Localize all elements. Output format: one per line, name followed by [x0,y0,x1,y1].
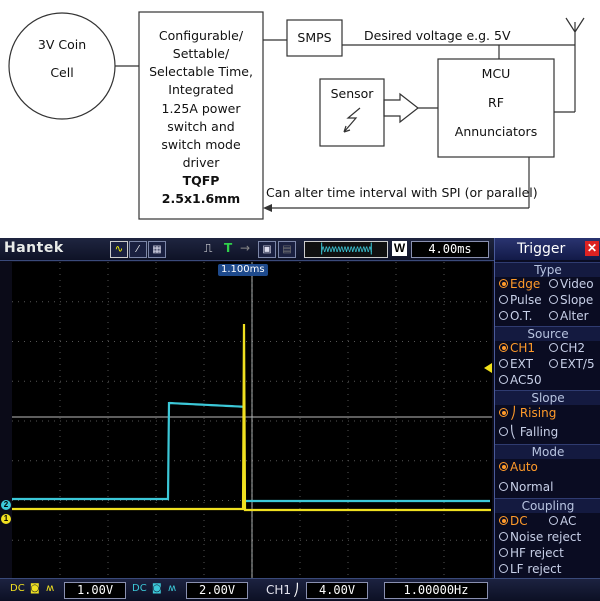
time-marker[interactable]: 1.100ms [218,264,268,276]
option-ot[interactable]: O.T. [499,309,533,324]
option-pulse[interactable]: Pulse [499,293,542,308]
trigger-status: T [224,241,233,255]
ch2-bw-icon: ʍ [168,583,177,594]
pulse-icon[interactable]: ⎍ [204,241,212,256]
option-ext[interactable]: EXT [499,357,533,372]
section-type: Type [495,262,600,277]
ch1-volts-div[interactable]: 1.00V [64,582,126,599]
brand-logo: Hantek [4,240,64,256]
option-auto[interactable]: Auto [499,460,538,475]
option-ch1[interactable]: CH1 [499,341,535,356]
option-alter[interactable]: Alter [549,309,589,324]
trigger-source: CH1 [266,583,292,597]
cursor-icon[interactable]: ⁄ [129,241,147,258]
option-normal[interactable]: Normal [499,480,553,495]
waveform-icon[interactable]: ∿ [110,241,128,258]
rising-edge-icon: ⎠ [510,406,516,420]
section-coupling: Coupling [495,498,600,513]
option-slope-type[interactable]: Slope [549,293,593,308]
ch1-marker[interactable]: 1 [1,514,11,524]
ch1-bw-icon: ʍ [46,583,55,594]
spi-note: Can alter time interval with SPI (or par… [266,185,538,200]
option-hf-reject[interactable]: HF reject [499,546,564,561]
option-falling[interactable]: ⎝ Falling [499,425,558,440]
window-toggle[interactable]: W [392,241,407,256]
section-mode: Mode [495,444,600,459]
falling-edge-icon: ⎝ [510,425,516,439]
option-ac50[interactable]: AC50 [499,373,542,388]
sensor-arrow-icon [383,92,419,124]
ch2-marker[interactable]: 2 [1,500,11,510]
ch2-probe-icon: ◙ [152,583,162,594]
scope-display[interactable] [12,262,492,580]
scope-status-bar: DC ◙ ʍ 1.00V DC ◙ ʍ 2.00V CH1 ⎠ 4.00V 1.… [0,578,600,601]
option-rising[interactable]: ⎠ Rising [499,406,556,421]
lightning-icon [343,107,361,133]
save-icon[interactable]: ▣ [258,241,276,258]
close-icon[interactable]: ✕ [585,241,599,256]
ch2-coupling-dc[interactable]: DC [132,583,147,594]
oscilloscope-screenshot: Hantek ∿ ⁄ ▦ ⎍ T → ▣ ▤ ▕ʍʍʍʍʍʍʍʍ▏ W 4.00… [0,238,600,601]
option-ac[interactable]: AC [549,514,576,529]
trigger-panel: Trigger ✕ Type Edge Video Pulse Slope O.… [494,238,600,578]
option-noise-reject[interactable]: Noise reject [499,530,581,545]
timebase-value[interactable]: 4.00ms [411,241,489,258]
coin-cell-label: 3V Coin Cell [37,37,87,81]
smps-label: SMPS [297,30,332,45]
ch2-volts-div[interactable]: 2.00V [186,582,248,599]
settings-icon[interactable]: ▤ [278,241,296,258]
timer-block-label: Configurable/ Settable/ Selectable Time,… [149,28,253,207]
section-source: Source [495,326,600,341]
mcu-label: MCU RF Annunciators [454,66,538,139]
frequency-readout: 1.00000Hz [384,582,488,599]
section-slope: Slope [495,390,600,405]
scope-grid-and-traces [12,262,492,580]
option-lf-reject[interactable]: LF reject [499,562,561,577]
option-video[interactable]: Video [549,277,594,292]
voltage-note: Desired voltage e.g. 5V [364,28,511,43]
trigger-level[interactable]: 4.00V [306,582,368,599]
memory-depth-icon: ▕ʍʍʍʍʍʍʍʍ▏ [304,241,388,258]
arrow-head-icon [263,204,272,212]
sensor-label: Sensor [330,86,374,101]
option-ch2[interactable]: CH2 [549,341,585,356]
option-edge[interactable]: Edge [499,277,540,292]
trigger-level-marker[interactable] [484,363,492,373]
arrow-icon: → [240,241,251,255]
block-diagram: 3V Coin Cell Configurable/ Settable/ Sel… [0,0,600,232]
ch1-coupling-dc[interactable]: DC [10,583,25,594]
option-dc[interactable]: DC [499,514,528,529]
rising-edge-icon: ⎠ [293,583,299,597]
antenna-icon [565,17,585,45]
option-ext5[interactable]: EXT/5 [549,357,595,372]
ch1-probe-icon: ◙ [30,583,40,594]
print-icon[interactable]: ▦ [148,241,166,258]
